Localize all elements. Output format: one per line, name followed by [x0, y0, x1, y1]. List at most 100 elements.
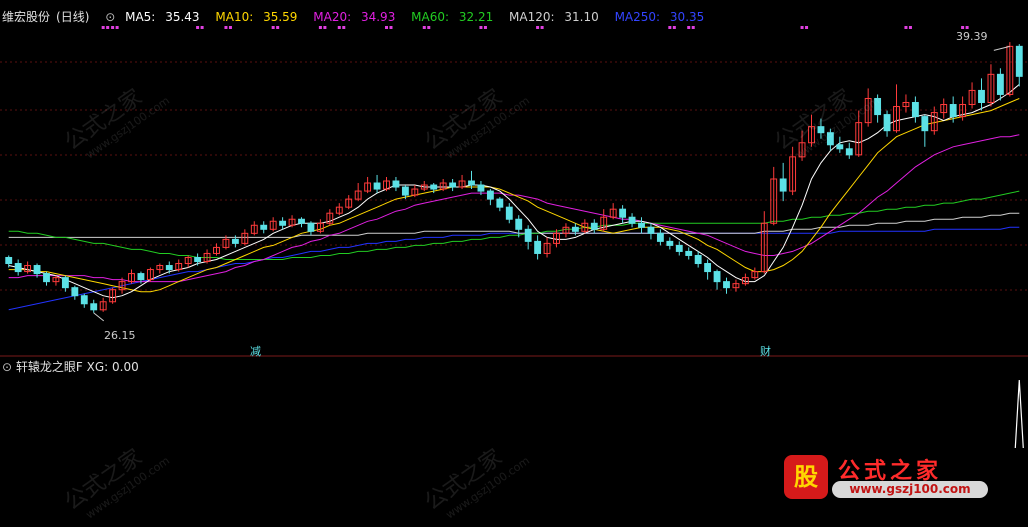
signal-marker [540, 26, 544, 29]
signal-marker [672, 26, 676, 29]
signal-marker [805, 26, 809, 29]
candle-body [231, 238, 239, 244]
candle-body [675, 244, 683, 252]
signal-marker [691, 26, 695, 29]
candle-body [496, 198, 504, 208]
signal-marker [422, 26, 426, 29]
signal-marker [668, 26, 672, 29]
candle-body [430, 184, 438, 190]
low-price-label: 26.15 [104, 329, 136, 342]
signal-marker [800, 26, 804, 29]
site-logo: 股 公式之家 www.gszj100.com [776, 453, 1006, 503]
signal-marker [111, 26, 115, 29]
candle-body [845, 148, 853, 156]
high-price-label: 39.39 [956, 30, 988, 43]
ma10-line [8, 98, 1020, 293]
candle-body [685, 250, 693, 256]
candle-body [80, 295, 88, 305]
logo-url: www.gszj100.com [832, 481, 988, 498]
signal-label-1: 减 [250, 345, 261, 358]
candle-body [571, 226, 579, 232]
kline-chart[interactable] [0, 0, 1028, 507]
candle-body [5, 256, 13, 265]
candle-body [704, 263, 712, 273]
candle-body [165, 265, 173, 271]
candle-body [1015, 45, 1023, 77]
candle-body [449, 182, 457, 188]
ma20-line [8, 134, 1020, 283]
candle-body [486, 190, 494, 200]
signal-marker [323, 26, 327, 29]
candle-body [307, 222, 315, 232]
signal-marker [965, 26, 969, 29]
candle-body [71, 287, 79, 297]
candle-body [647, 226, 655, 234]
signal-marker [389, 26, 393, 29]
signal-marker [385, 26, 388, 29]
signal-marker [337, 26, 341, 29]
candle-body [978, 89, 985, 104]
candle-body [694, 254, 702, 265]
signal-marker [224, 26, 228, 29]
candle-body [14, 263, 22, 273]
signal-marker [342, 26, 346, 29]
candle-body [779, 178, 787, 192]
candle-body [515, 218, 523, 230]
candle-body [137, 273, 145, 281]
candle-body [949, 104, 957, 118]
indicator-name[interactable]: 轩辕龙之眼F [16, 360, 83, 374]
indicator-header: ⊙ 轩辕龙之眼F XG: 0.00 [2, 358, 139, 375]
signal-marker [687, 26, 691, 29]
candle-body [619, 208, 627, 218]
candle-body [656, 232, 664, 242]
candle-body [883, 114, 891, 132]
low-pointer [93, 312, 105, 322]
candle-body [713, 271, 721, 283]
candle-body [194, 256, 202, 263]
logo-mark-icon: 股 [784, 455, 828, 499]
signal-label-2: 财 [760, 345, 771, 358]
candle-body [298, 218, 305, 224]
candle-body [628, 216, 636, 224]
signal-marker [200, 26, 204, 29]
candle-body [43, 273, 50, 283]
candle-body [33, 265, 41, 275]
signal-marker [115, 26, 119, 29]
signal-marker [961, 26, 965, 29]
xg-value: 0.00 [112, 360, 139, 374]
signal-marker [479, 26, 483, 29]
signal-marker [318, 26, 322, 29]
candle-body [996, 73, 1004, 95]
candle-body [638, 222, 645, 228]
signal-marker [228, 26, 232, 29]
xg-label: XG: [86, 360, 109, 374]
signal-marker [276, 26, 280, 29]
signal-marker [101, 26, 105, 29]
candle-body [392, 180, 400, 188]
candle-body [911, 102, 919, 118]
candle-body [61, 277, 69, 289]
candle-body [723, 281, 730, 289]
candle-body [534, 240, 542, 254]
candle-body [524, 228, 532, 242]
candle-body [90, 303, 98, 311]
signal-marker [536, 26, 540, 29]
candle-body [260, 224, 268, 230]
signal-marker [908, 26, 912, 29]
candle-body [477, 184, 485, 192]
candle-body [373, 182, 381, 190]
candle-body [836, 144, 844, 150]
candle-body [279, 220, 287, 226]
candle-body [590, 222, 598, 230]
signal-marker [106, 26, 110, 29]
signal-marker [196, 26, 200, 29]
candle-body [401, 186, 409, 196]
candle-body [666, 240, 674, 246]
signal-marker [427, 26, 431, 29]
candle-body [505, 206, 513, 220]
candle-body [921, 116, 929, 132]
indicator-settings-icon[interactable]: ⊙ [2, 360, 12, 374]
xg-spike [1014, 379, 1024, 449]
candle-body [468, 180, 475, 186]
signal-marker [904, 26, 908, 29]
